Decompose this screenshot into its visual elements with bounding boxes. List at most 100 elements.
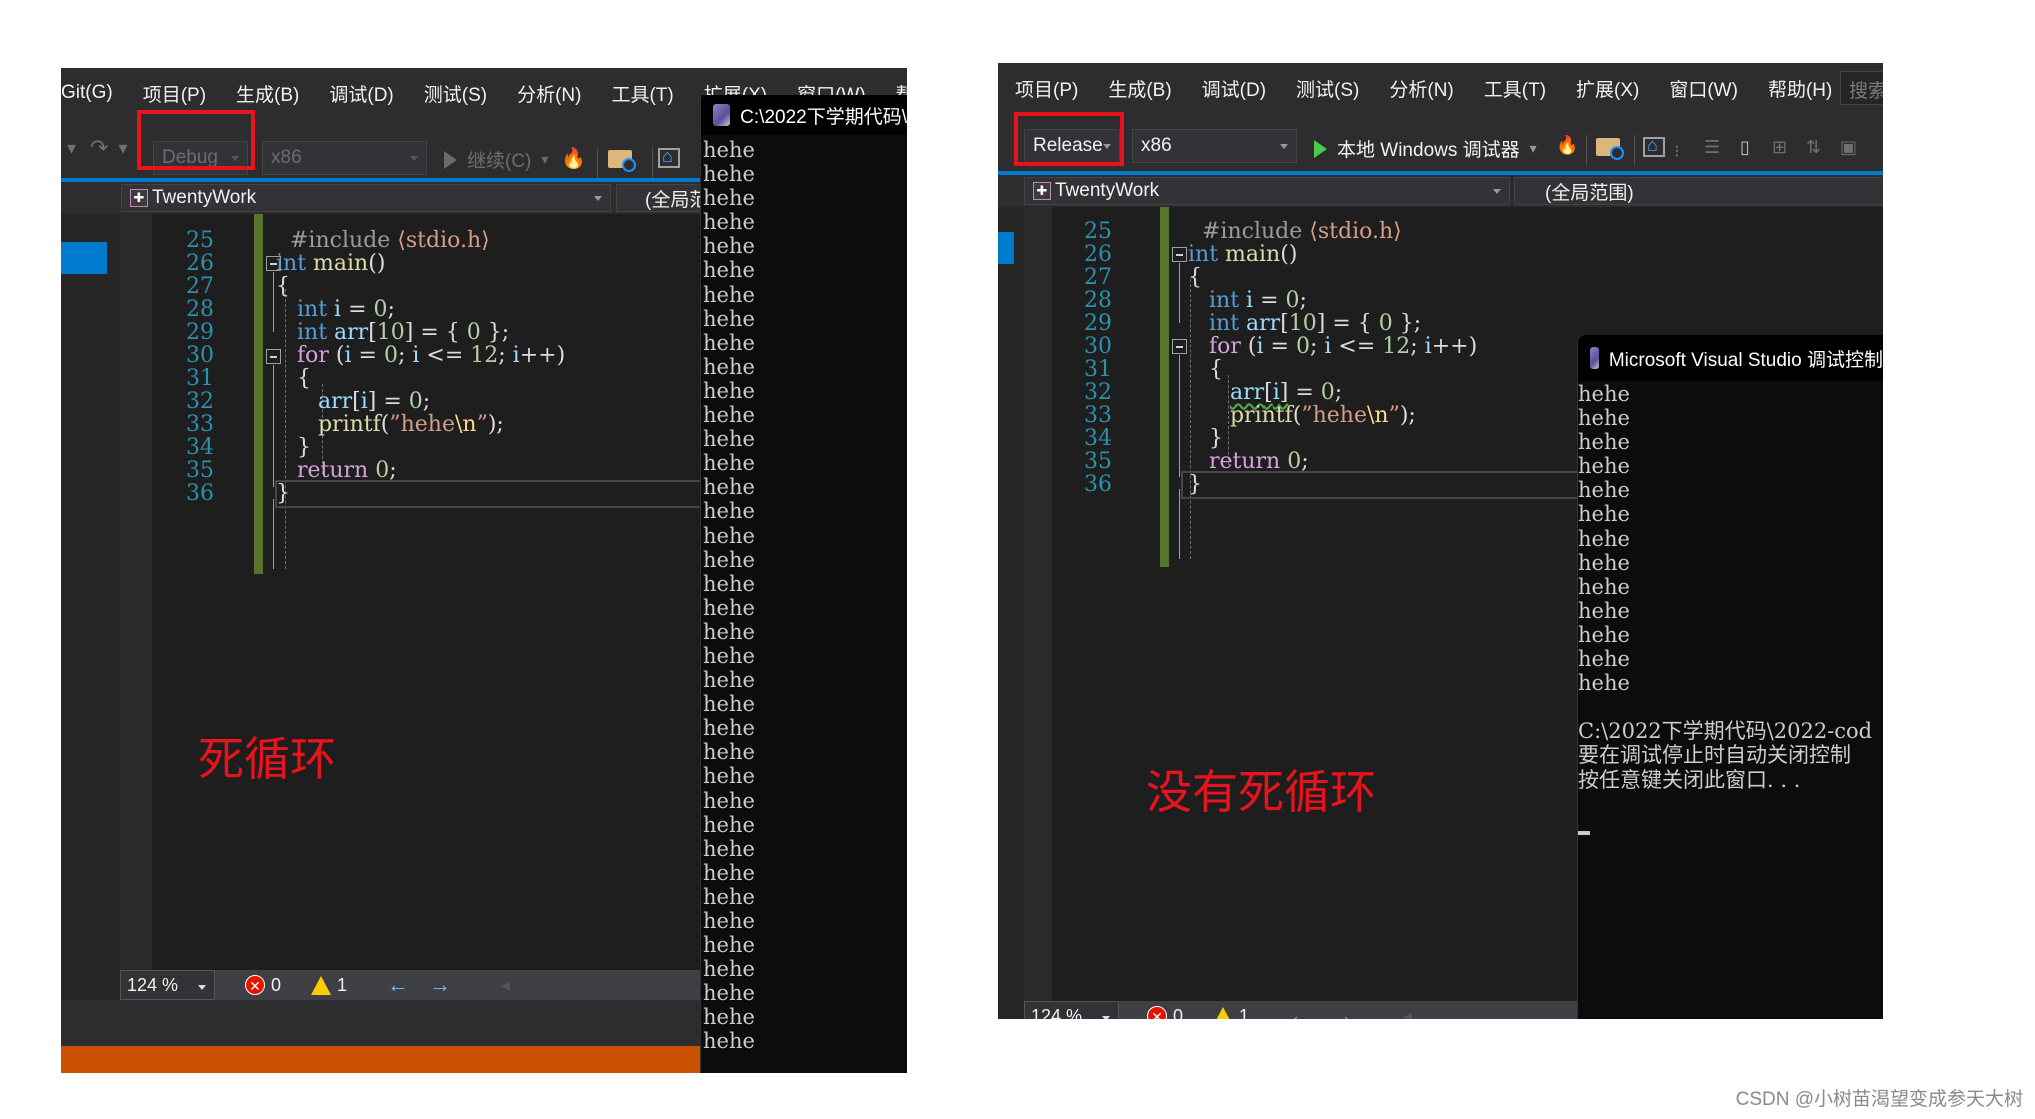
code-line[interactable]: { <box>1188 357 1223 382</box>
overflow-icon[interactable]: ⁝ <box>1674 141 1680 162</box>
scroll-left-icon[interactable]: ◂ <box>1403 1006 1412 1020</box>
menu-tools[interactable]: 工具(T) <box>611 80 673 107</box>
code-line[interactable]: } <box>276 481 290 506</box>
code-line[interactable]: int arr[10] = { 0 }; <box>1188 311 1421 336</box>
warning-icon[interactable] <box>1213 1006 1234 1019</box>
code-line[interactable]: arr[i] = 0; <box>1188 380 1342 405</box>
code-line[interactable]: int main() <box>276 251 385 276</box>
menu-project[interactable]: 项目(P) <box>1015 75 1078 102</box>
code-line[interactable]: } <box>276 435 311 460</box>
hot-reload-icon[interactable]: 🔥 <box>1556 135 1578 156</box>
menu-build[interactable]: 生成(B) <box>1108 75 1171 102</box>
project-select[interactable]: ✚ TwentyWork <box>121 184 611 212</box>
chevron-down-icon <box>198 985 206 990</box>
search-box[interactable]: 搜索 <box>1840 71 1883 105</box>
fold-toggle-for[interactable] <box>1172 339 1187 354</box>
code-line[interactable]: int i = 0; <box>276 297 395 322</box>
line-number: 31 <box>186 366 214 391</box>
line-number: 28 <box>1084 288 1112 313</box>
menu-analyze[interactable]: 分析(N) <box>517 80 581 107</box>
home-window-icon[interactable] <box>658 146 680 168</box>
code-line[interactable]: int main() <box>1188 242 1297 267</box>
redo-dropdown-icon[interactable]: ▾ <box>118 138 127 159</box>
play-icon <box>444 150 457 169</box>
home-window-icon[interactable] <box>1643 135 1665 157</box>
line-number: 36 <box>186 481 214 506</box>
scroll-left-icon[interactable]: ◂ <box>501 975 510 996</box>
code-line[interactable]: #include ⟨stdio.h⟩ <box>290 228 490 253</box>
platform-select[interactable]: x86 <box>262 141 427 175</box>
line-number: 35 <box>186 458 214 483</box>
hot-reload-icon[interactable]: 🔥 <box>561 146 586 171</box>
editor-margin <box>1024 207 1052 1019</box>
code-line[interactable]: for (i = 0; i <= 12; i++) <box>276 343 565 368</box>
code-line[interactable]: arr[i] = 0; <box>276 389 430 414</box>
project-select[interactable]: ✚ TwentyWork <box>1024 177 1510 205</box>
menu-analyze[interactable]: 分析(N) <box>1389 75 1453 102</box>
arrow-left-icon[interactable]: ← <box>387 972 409 998</box>
menu-tools[interactable]: 工具(T) <box>1484 75 1546 102</box>
toolbar-separator <box>597 148 598 178</box>
arrow-right-icon[interactable]: → <box>429 972 451 998</box>
sort-icon[interactable]: ⇅ <box>1806 137 1821 158</box>
menu-debug[interactable]: 调试(D) <box>1202 75 1266 102</box>
code-line[interactable]: #include ⟨stdio.h⟩ <box>1202 219 1402 244</box>
menu-project[interactable]: 项目(P) <box>143 80 206 107</box>
redo-icon[interactable]: ↷ <box>90 135 108 161</box>
platform-select[interactable]: x86 <box>1132 129 1297 163</box>
code-line[interactable]: { <box>276 274 290 299</box>
code-line[interactable]: for (i = 0; i <= 12; i++) <box>1188 334 1477 359</box>
scope-select[interactable]: (全局范围) <box>1514 177 1883 205</box>
menu-test[interactable]: 测试(S) <box>424 80 487 107</box>
line-number: 27 <box>186 274 214 299</box>
menu-window[interactable]: 窗口(W) <box>1669 75 1738 102</box>
error-count[interactable]: 0 <box>271 975 281 996</box>
console-output: hehe hehe hehe hehe hehe hehe hehe hehe … <box>1578 382 1883 840</box>
image-icon[interactable]: ▣ <box>1840 137 1857 158</box>
console-titlebar[interactable]: C:\2022下学期代码\ <box>701 95 907 135</box>
code-line[interactable]: { <box>1188 265 1202 290</box>
code-line[interactable]: printf(”hehe\n”); <box>276 412 504 437</box>
code-line[interactable]: return 0; <box>1188 449 1309 474</box>
document-icon[interactable]: ▯ <box>1740 137 1750 158</box>
warning-count[interactable]: 1 <box>337 975 347 996</box>
fold-toggle-main[interactable] <box>1172 247 1187 262</box>
arrow-right-icon[interactable]: → <box>1331 1003 1353 1019</box>
warning-icon[interactable] <box>311 975 332 995</box>
menu-test[interactable]: 测试(S) <box>1296 75 1359 102</box>
console-titlebar[interactable]: Microsoft Visual Studio 调试控制 <box>1578 335 1883 381</box>
code-line[interactable]: return 0; <box>276 458 397 483</box>
folder-search-icon[interactable] <box>608 150 636 172</box>
menu-debug[interactable]: 调试(D) <box>329 80 393 107</box>
csdn-watermark: CSDN @小树苗渴望变成参天大树 <box>1735 1089 2023 1110</box>
folder-search-icon[interactable] <box>1596 138 1624 160</box>
code-line[interactable]: int arr[10] = { 0 }; <box>276 320 509 345</box>
menu-build[interactable]: 生成(B) <box>236 80 299 107</box>
code-line[interactable]: } <box>1188 472 1202 497</box>
start-debugging-button[interactable]: 本地 Windows 调试器 ▾ <box>1314 135 1537 162</box>
code-line[interactable]: { <box>276 366 311 391</box>
sidebar-selection[interactable] <box>61 242 107 274</box>
error-icon[interactable]: ✕ <box>1147 1006 1167 1019</box>
code-line[interactable]: printf(”hehe\n”); <box>1188 403 1416 428</box>
error-icon[interactable]: ✕ <box>245 975 265 995</box>
arrow-left-icon[interactable]: ← <box>1289 1003 1311 1019</box>
zoom-select[interactable]: 124 % <box>120 970 215 1000</box>
left-console-window: C:\2022下学期代码\ hehe hehe hehe hehe hehe h… <box>700 95 907 1073</box>
menu-extensions[interactable]: 扩展(X) <box>1576 75 1639 102</box>
chevron-down-icon <box>410 156 418 161</box>
sidebar-selection[interactable] <box>998 232 1014 264</box>
continue-button[interactable]: 继续(C) ▾ <box>444 146 548 173</box>
chevron-down-icon <box>1102 1016 1110 1019</box>
code-line[interactable]: } <box>1188 426 1223 451</box>
menu-help[interactable]: 帮助(H) <box>1768 75 1832 102</box>
list-icon[interactable]: ☰ <box>1704 137 1720 158</box>
dropdown-arrow-icon[interactable]: ▾ <box>67 138 76 159</box>
left-code-editor[interactable]: 25 26 27 28 29 30 31 32 33 34 35 36 #include ⟨stdio… <box>152 214 715 1000</box>
menu-git[interactable]: Git(G) <box>61 82 113 104</box>
hierarchy-icon[interactable]: ⊞ <box>1772 137 1787 158</box>
warning-count[interactable]: 1 <box>1239 1006 1249 1020</box>
error-count[interactable]: 0 <box>1173 1006 1183 1020</box>
code-line[interactable]: int i = 0; <box>1188 288 1307 313</box>
zoom-select[interactable]: 124 % <box>1024 1001 1119 1019</box>
